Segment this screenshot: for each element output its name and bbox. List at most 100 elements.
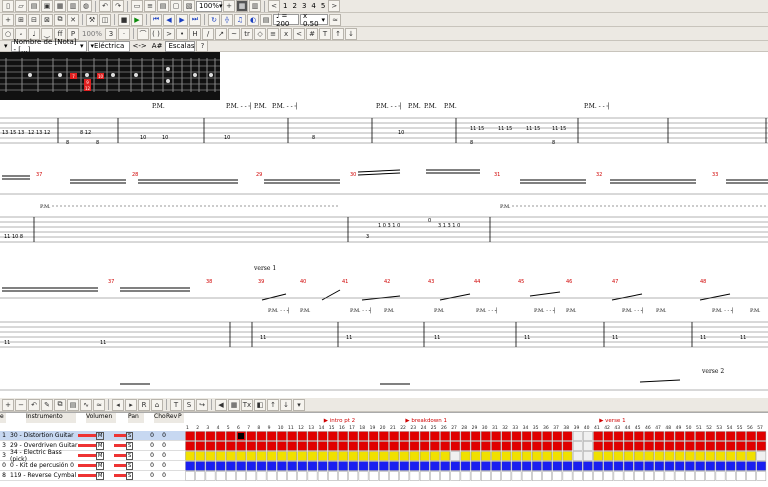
measure-cell[interactable] [552,461,563,471]
measure-cell[interactable] [511,471,522,481]
measure-cell[interactable] [674,441,685,451]
pan-slider[interactable]: S [114,471,146,480]
section-marker[interactable]: ▶ verse 1 [599,418,625,424]
measure-cell[interactable] [215,441,226,451]
measure-cell[interactable] [215,461,226,471]
open-url-icon[interactable]: ▤ [28,0,40,12]
measure-cell[interactable] [603,471,614,481]
measure-cell[interactable] [409,471,420,481]
track-row[interactable]: 1 30 - Distortion Guitar M S 0 0 [0,431,185,441]
measure-cell[interactable] [226,441,236,451]
page-3[interactable]: 3 [300,2,308,10]
measure-cell[interactable] [736,471,746,481]
track-pan-icon[interactable]: ▸ [125,398,137,411]
measure-cell[interactable] [481,471,491,481]
fx-up-stroke-icon[interactable]: ↑ [332,27,345,40]
instrument-select[interactable]: ▾ Eléctrica [87,40,130,52]
measure-cell[interactable] [593,471,603,481]
measure-cell[interactable] [236,471,246,481]
fx-harmonic-icon[interactable]: ◇ [254,27,267,40]
volume-slider[interactable]: M [78,431,114,440]
measure-cell[interactable] [654,461,665,471]
track-sharp-icon[interactable]: S [183,398,195,411]
measure-cell[interactable] [215,451,226,461]
chorus-value[interactable]: 0 [146,432,158,439]
measure-cell[interactable] [236,441,246,451]
measure-cell[interactable] [491,441,501,451]
measure-cell[interactable] [277,461,287,471]
measure-cell[interactable] [440,461,450,471]
measure-cell[interactable] [205,441,216,451]
measure-cell[interactable] [297,461,308,471]
open-file-icon[interactable]: ▱ [15,0,27,12]
add-track-icon[interactable]: + [2,13,14,26]
measure-cell[interactable] [379,431,389,441]
measure-cell[interactable] [613,461,624,471]
measure-cell[interactable] [379,471,389,481]
measure-cell[interactable] [328,471,338,481]
save-as-icon[interactable]: ▦ [54,0,66,12]
measure-cell[interactable] [328,431,338,441]
measure-cell[interactable] [705,441,716,451]
measure-cell[interactable] [501,471,512,481]
measure-cell[interactable] [470,451,481,461]
measure-cell[interactable] [481,451,491,461]
measure-cell[interactable] [297,431,308,441]
measure-cell[interactable] [379,441,389,451]
measure-cell[interactable] [368,451,379,461]
last-bar-icon[interactable]: ⏭ [189,13,201,26]
volume-thumb[interactable]: M [96,451,105,460]
measure-cell[interactable] [440,441,450,451]
measure-cell[interactable] [358,431,369,441]
volume-slider[interactable]: M [78,471,114,480]
volume-slider[interactable]: M [78,441,114,450]
measure-cell[interactable] [613,441,624,451]
dot-icon[interactable]: · [118,27,131,40]
speaker-icon[interactable]: ◐ [247,13,259,26]
measure-cell[interactable] [501,431,512,441]
page-5[interactable]: 5 [319,2,327,10]
measure-cell[interactable] [348,431,359,441]
track-name[interactable]: 30 - Distortion Guitar [8,432,78,439]
keyboard-icon[interactable]: ▥ [249,0,261,12]
volume-slider[interactable]: M [78,461,114,470]
chorus-value[interactable]: 0 [146,442,158,449]
measure-cell[interactable] [695,451,705,461]
measure-cell[interactable] [572,431,583,441]
fx-vibrato-icon[interactable]: ~ [228,27,241,40]
section-marker[interactable]: ▶ intro pt 2 [324,418,355,424]
measure-cell[interactable] [552,431,563,441]
track-up-icon[interactable]: ↑ [267,398,279,411]
measure-cell[interactable] [501,461,512,471]
measure-cell[interactable] [572,461,583,471]
measure-cell[interactable] [460,451,471,461]
view-page-icon[interactable]: ▭ [131,0,143,12]
measure-cell[interactable] [450,461,461,471]
delete-bar-icon[interactable]: ⊠ [41,13,53,26]
measure-cell[interactable] [246,431,257,441]
measure-cell[interactable] [705,471,716,481]
measure-cell[interactable] [491,451,501,461]
measure-cell[interactable] [195,451,206,461]
track-add-icon[interactable]: + [2,398,14,411]
track-volume-icon[interactable]: ◂ [112,398,124,411]
measure-cell[interactable] [664,471,675,481]
measure-cell[interactable] [674,451,685,461]
measure-cell[interactable] [562,431,573,441]
pan-slider[interactable]: S [114,441,146,450]
page-4[interactable]: 4 [309,2,317,10]
chorus-value[interactable]: 0 [146,462,158,469]
arrows-label[interactable]: <-> [131,42,149,50]
measure-cell[interactable] [603,441,614,451]
measure-cell[interactable] [246,451,257,461]
measure-cell[interactable] [236,451,246,461]
measure-cell[interactable] [348,451,359,461]
measure-cell[interactable] [389,451,399,461]
section-marker[interactable]: ▶ breakdown 1 [405,418,447,424]
measure-cell[interactable] [674,461,685,471]
triplet-icon[interactable]: 3 [105,27,118,40]
measure-cell[interactable] [307,471,318,481]
measure-cell[interactable] [532,461,542,471]
measure-cell[interactable] [664,451,675,461]
insert-bar-icon[interactable]: ⊞ [15,13,27,26]
